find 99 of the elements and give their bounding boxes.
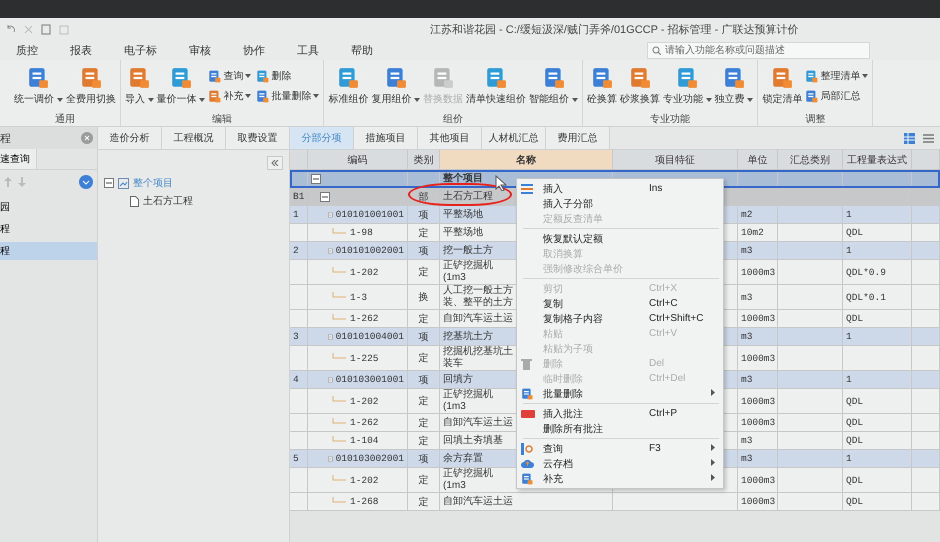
table-cell: QDL <box>846 313 864 324</box>
table-cell-text: 正铲挖掘机(1m3 <box>443 260 494 284</box>
table-cell: 1-202 <box>350 266 379 278</box>
table-cell: 010101001001 <box>336 209 404 220</box>
table-cell-text: 定 <box>418 496 428 508</box>
table-cell: m3 <box>741 245 752 256</box>
table-cell: 1000m3 <box>741 474 776 486</box>
table-cell: QDL*0.9 <box>846 266 886 278</box>
table-cell: 1 <box>293 209 299 220</box>
table-cell: QDL <box>846 435 864 446</box>
table-cell: 1000m3 <box>741 313 776 324</box>
table-cell-text: 定 <box>418 474 428 487</box>
shortcut-label: Ctrl+V <box>649 328 678 339</box>
table-cell: 1-3 <box>350 292 368 302</box>
table-cell: 余方弃置 <box>443 452 483 464</box>
table-cell: 1 <box>846 331 852 342</box>
table-cell: 1-268 <box>350 496 379 507</box>
table-cell: 挖基坑土方 <box>443 330 493 342</box>
table-cell-text: 项 <box>418 244 428 258</box>
table-cell: 5 <box>293 453 299 464</box>
table-cell: 1000m3 <box>741 417 776 428</box>
group-label: 通用 <box>54 112 76 126</box>
table-cell-text: 定 <box>418 416 428 430</box>
table-cell: 010101004001 <box>336 331 404 342</box>
table-cell-text: 项 <box>418 208 428 222</box>
shortcut-label: Ctrl+Shift+C <box>649 313 704 324</box>
table-cell: 回填方 <box>443 374 473 386</box>
table-cell: 1000m3 <box>741 266 776 278</box>
table-cell-text: 项 <box>418 452 428 466</box>
table-cell: 自卸汽车运土运 <box>443 312 513 324</box>
table-cell-text: 定 <box>418 266 428 279</box>
shortcut-label: Ctrl+Del <box>649 373 686 384</box>
table-cell: 平整场地 <box>443 208 483 220</box>
shortcut-label: Ctrl+X <box>649 283 678 294</box>
group-label: 专业功能 <box>649 112 692 126</box>
table-cell: QDL <box>846 227 864 238</box>
table-cell: m3 <box>741 374 752 385</box>
shortcut-label: Ins <box>649 183 662 194</box>
table-cell: 1-225 <box>350 352 379 364</box>
table-cell: m3 <box>741 331 752 342</box>
table-cell: QDL <box>846 496 864 507</box>
table-cell-text: 正铲挖掘机(1m3 <box>443 468 494 492</box>
group-label: 组价 <box>442 113 464 126</box>
table-cell: 1 <box>846 245 852 256</box>
shortcut-label: Ctrl+P <box>649 408 678 419</box>
table-cell: 自卸汽车运土运 <box>443 416 513 428</box>
table-cell: 1000m3 <box>741 496 776 507</box>
table-cell-text: 定 <box>418 352 428 365</box>
table-cell: QDL*0.1 <box>846 292 886 302</box>
table-cell-text: 正铲挖掘机(1m3 <box>443 389 494 413</box>
table-cell-text: 定 <box>418 226 428 240</box>
table-cell-text: 换 <box>418 291 428 304</box>
table-cell: 10m2 <box>741 227 764 238</box>
table-cell-text: 挖掘机挖基坑土装车 <box>443 346 514 370</box>
table-cell: 平整场地 <box>443 226 483 238</box>
table-cell: 挖一般土方 <box>443 244 493 256</box>
table-cell: 1-202 <box>350 474 379 486</box>
shortcut-label: F3 <box>649 443 661 454</box>
table-cell: 1000m3 <box>741 352 776 364</box>
table-cell: 4 <box>293 374 299 385</box>
table-cell: 1-262 <box>350 417 379 428</box>
shortcut-label: Ctrl+C <box>649 298 678 309</box>
table-cell: B1 <box>293 191 304 202</box>
table-cell-text: 定 <box>418 434 428 448</box>
table-cell: m3 <box>741 292 752 302</box>
table-cell: QDL <box>846 474 864 486</box>
table-cell-text: 项 <box>418 330 428 344</box>
group-label: 调整 <box>804 113 826 126</box>
table-cell: QDL <box>846 417 864 428</box>
shortcut-label: Del <box>649 358 664 369</box>
table-cell-text: 人工挖一般土方装、整平的土方 <box>443 285 514 309</box>
table-cell: 整个项目 <box>443 172 483 184</box>
table-cell: 010103002001 <box>336 453 404 464</box>
table-cell-text: 项 <box>418 374 428 386</box>
table-cell: 1000m3 <box>741 396 776 406</box>
table-cell: 1-262 <box>350 313 379 324</box>
table-cell: 1 <box>846 209 852 220</box>
panel-title: 程 <box>0 132 11 146</box>
table-cell: 010103001001 <box>336 374 404 385</box>
table-cell: 自卸汽车运土运 <box>443 496 513 508</box>
table-cell: QDL <box>846 396 864 406</box>
table-cell: 1-104 <box>350 435 379 446</box>
table-cell: 1 <box>846 453 852 464</box>
table-cell: 3 <box>293 331 299 342</box>
table-cell: 1-202 <box>350 396 379 406</box>
table-cell: 2 <box>293 245 299 256</box>
table-cell-text: 定 <box>418 312 428 326</box>
group-label: 编辑 <box>211 112 234 126</box>
table-cell: 1-98 <box>350 227 373 238</box>
table-cell: 回填土夯填基 <box>443 434 503 446</box>
table-cell: m2 <box>741 209 752 220</box>
window-title: 江苏和谐花园 - C:/缓短汲深/贼门弄斧/01GCCP - 招标管理 - 广联达预算计价 <box>430 22 798 37</box>
table-cell-text: 定 <box>418 394 428 408</box>
table-cell-text: 部 <box>418 190 428 204</box>
table-cell: 1 <box>846 374 852 385</box>
table-cell: 土石方工程 <box>443 190 493 202</box>
table-cell: 010101002001 <box>336 245 404 256</box>
table-cell: m3 <box>741 453 752 464</box>
table-cell: m3 <box>741 435 752 446</box>
